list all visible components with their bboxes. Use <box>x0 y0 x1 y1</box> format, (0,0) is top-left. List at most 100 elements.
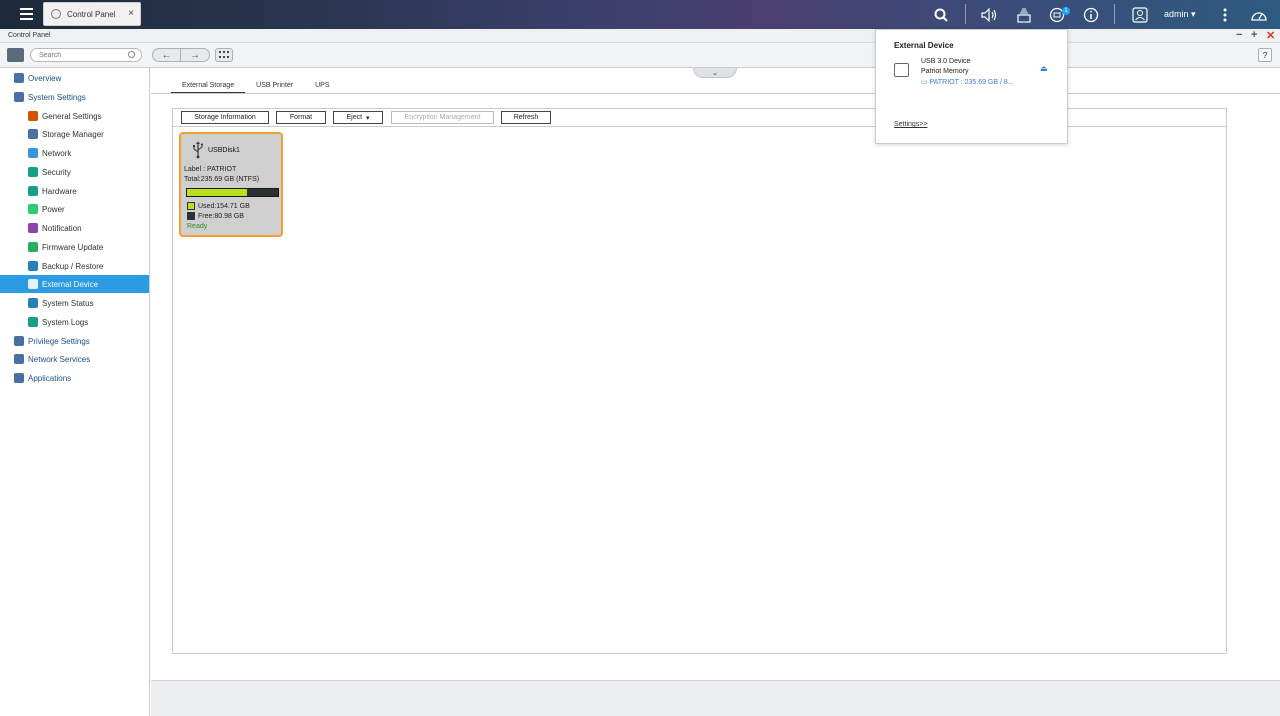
sidebar-item-label: System Status <box>42 298 94 308</box>
disk-name: USBDisk1 <box>208 147 240 154</box>
window-footer <box>151 680 1280 716</box>
device-type: USB 3.0 Device <box>921 58 971 65</box>
sidebar-item-label: Hardware <box>42 186 77 196</box>
help-button[interactable]: ? <box>1258 48 1272 62</box>
gear-icon <box>14 92 24 102</box>
dashboard-icon[interactable] <box>1249 5 1269 25</box>
sidebar-item-firmware-update[interactable]: Firmware Update <box>0 238 149 256</box>
tab-ups[interactable]: UPS <box>304 80 340 94</box>
sidebar-item-label: System Logs <box>42 317 89 327</box>
eject-icon[interactable]: ⏏ <box>1040 64 1048 73</box>
sidebar-item-privilege-settings[interactable]: Privilege Settings <box>0 332 149 350</box>
tab-divider <box>151 93 1280 94</box>
sidebar-item-network[interactable]: Network <box>0 144 149 162</box>
window-title-bar: Control Panel − + ✕ <box>0 29 1280 43</box>
tab-usb-printer[interactable]: USB Printer <box>245 80 304 94</box>
refresh-button[interactable]: Refresh <box>501 111 551 124</box>
collapse-toggle[interactable]: ⌄ <box>693 68 737 78</box>
search-icon[interactable] <box>931 5 951 25</box>
sidebar-item-network-services[interactable]: Network Services <box>0 350 149 368</box>
sidebar-item-label: Network <box>42 148 72 158</box>
sidebar-item-backup-restore[interactable]: Backup / Restore <box>0 257 149 275</box>
background-tasks-icon[interactable] <box>1014 5 1034 25</box>
info-icon[interactable] <box>1081 5 1101 25</box>
device-name: Patriot Memory <box>921 68 969 75</box>
taskbar-separator <box>1114 4 1115 24</box>
grid-icon <box>219 51 229 58</box>
power-icon <box>28 204 38 214</box>
taskbar-separator <box>965 4 966 24</box>
more-options-icon[interactable] <box>1215 5 1235 25</box>
sidebar-item-applications[interactable]: Applications <box>0 369 149 387</box>
sidebar-item-label: Network Services <box>28 354 91 364</box>
storage-information-button[interactable]: Storage Information <box>181 111 269 124</box>
sidebar-item-system-logs[interactable]: System Logs <box>0 313 149 331</box>
sidebar-item-system-settings[interactable]: System Settings <box>0 88 149 106</box>
app-tab-close-button[interactable]: × <box>128 8 134 19</box>
format-button[interactable]: Format <box>276 111 326 124</box>
sidebar-item-label: External Device <box>42 279 99 289</box>
hardware-icon <box>28 186 38 196</box>
disk-label: Label : PATRIOT <box>184 166 237 173</box>
grid-view-button[interactable] <box>215 48 233 62</box>
sidebar-item-notification[interactable]: Notification <box>0 219 149 237</box>
sidebar-item-label: Overview <box>28 73 62 83</box>
back-button[interactable]: ← <box>153 49 181 61</box>
external-device-popup: External Device USB 3.0 Device Patriot M… <box>875 29 1068 144</box>
backup-icon <box>28 261 38 271</box>
taskbar: Control Panel × 1 admin ▾ <box>0 0 1280 29</box>
app-tab-control-panel[interactable]: Control Panel × <box>43 2 141 26</box>
user-icon[interactable] <box>1130 5 1150 25</box>
chevron-down-icon: ▾ <box>1191 9 1196 19</box>
popup-title: External Device <box>894 41 954 50</box>
overview-icon <box>14 73 24 83</box>
sidebar-item-security[interactable]: Security <box>0 163 149 181</box>
privilege-icon <box>14 336 24 346</box>
eject-dropdown-button[interactable]: Eject ▾ <box>333 111 383 124</box>
storage-panel: Storage Information Format Eject ▾ Encry… <box>172 108 1227 654</box>
volume-icon[interactable] <box>980 5 1000 25</box>
sidebar-item-power[interactable]: Power <box>0 200 149 218</box>
sidebar-item-hardware[interactable]: Hardware <box>0 182 149 200</box>
folder-icon: ▭ <box>921 79 928 86</box>
encryption-management-button[interactable]: Encryption Management <box>391 111 494 124</box>
sidebar-item-general-settings[interactable]: General Settings <box>0 107 149 125</box>
disk-total: Total:235.69 GB (NTFS) <box>184 176 260 183</box>
nav-buttons: ← → <box>152 48 210 62</box>
general-settings-icon <box>28 111 38 121</box>
sidebar-toggle-button[interactable] <box>7 48 24 62</box>
system-logs-icon <box>28 317 38 327</box>
sidebar-item-system-status[interactable]: System Status <box>0 294 149 312</box>
used-swatch <box>187 202 195 210</box>
search-input[interactable] <box>30 48 142 62</box>
close-window-button[interactable]: ✕ <box>1266 29 1275 42</box>
sidebar-item-label: Firmware Update <box>42 242 104 252</box>
window-title: Control Panel <box>8 32 51 39</box>
sidebar-item-label: Backup / Restore <box>42 261 104 271</box>
used-label: Used:154.71 GB <box>198 202 250 210</box>
sidebar-item-overview[interactable]: Overview <box>0 69 149 87</box>
device-volume-link[interactable]: ▭ PATRIOT : 235.69 GB / 8... <box>921 78 1014 86</box>
app-tab-title: Control Panel <box>67 9 116 19</box>
maximize-button[interactable]: + <box>1251 29 1257 41</box>
applications-icon <box>14 373 24 383</box>
sidebar-item-label: Applications <box>28 373 72 383</box>
status-badge: Ready <box>187 223 208 230</box>
sidebar-item-storage-manager[interactable]: Storage Manager <box>0 125 149 143</box>
network-services-icon <box>14 354 24 364</box>
eject-label: Eject <box>346 114 363 121</box>
tab-bar: External Storage USB Printer UPS <box>171 80 341 94</box>
user-menu[interactable]: admin ▾ <box>1164 9 1196 20</box>
tab-external-storage[interactable]: External Storage <box>171 80 246 94</box>
main-menu-button[interactable] <box>12 4 40 24</box>
forward-button[interactable]: → <box>181 49 209 61</box>
external-device-icon <box>28 279 38 289</box>
usb-disk-card[interactable]: USBDisk1 Label : PATRIOT Total:235.69 GB… <box>179 132 283 237</box>
main-content: ⌄ External Storage USB Printer UPS Stora… <box>151 68 1280 680</box>
notification-badge: 1 <box>1062 7 1070 15</box>
network-icon <box>28 148 38 158</box>
settings-link[interactable]: Settings>> <box>894 121 927 128</box>
storage-icon <box>28 129 38 139</box>
minimize-button[interactable]: − <box>1236 29 1242 41</box>
sidebar-item-external-device[interactable]: External Device <box>0 275 149 293</box>
